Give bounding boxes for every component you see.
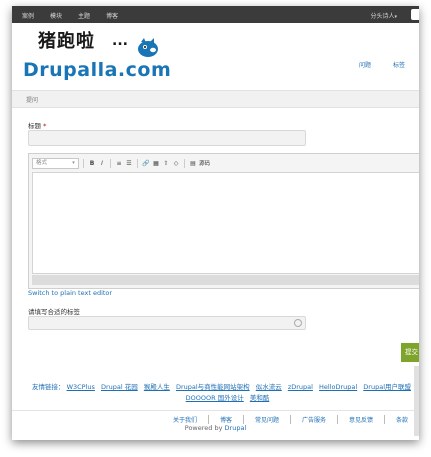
footer-link-faq[interactable]: 常见问题 — [243, 415, 290, 424]
friend-link[interactable]: DOOOOR 国外设计 — [186, 394, 244, 402]
numbered-list-icon[interactable]: ≡ — [115, 159, 123, 168]
friend-link[interactable]: Drupal用户联盟 — [363, 383, 411, 391]
format-select-value: 格式 — [36, 159, 48, 166]
friend-link[interactable]: W3CPlus — [67, 383, 95, 391]
pig-mascot-icon — [138, 38, 158, 57]
friend-links-label: 友情链接： — [32, 383, 65, 391]
top-nav-blog[interactable]: 博客 — [106, 11, 118, 20]
header-nav-tags[interactable]: 标签 — [393, 60, 405, 69]
footer-links: 关于我们 博客 常见问题 广告服务 意见反馈 条款 — [162, 415, 419, 424]
italic-button[interactable]: I — [98, 159, 106, 168]
source-icon[interactable]: ▤ — [189, 159, 197, 168]
footer-link-feedback[interactable]: 意见反馈 — [337, 415, 384, 424]
logo-chinese[interactable]: 猪跑啦 — [38, 27, 95, 53]
powered-by: Powered by Drupal — [12, 424, 419, 432]
friend-link[interactable]: zDrupal — [288, 383, 313, 391]
tags-input[interactable] — [28, 316, 306, 330]
image-icon[interactable]: ▦ — [152, 159, 160, 168]
scrollbar[interactable] — [414, 366, 419, 436]
tags-label: 请填写合适的标签 — [28, 308, 80, 316]
user-menu[interactable]: 分头诗人▾ — [370, 11, 397, 20]
bullet-list-icon[interactable]: ☰ — [125, 159, 133, 168]
header-nav-questions[interactable]: 问题 — [359, 60, 371, 69]
link-icon[interactable]: 🔗 — [142, 159, 150, 168]
friend-link[interactable]: 猴殿人生 — [144, 383, 170, 391]
toolbar-divider — [83, 158, 84, 168]
friend-link[interactable]: Drupal 花园 — [101, 383, 138, 391]
top-nav: 案例 模块 主题 博客 — [22, 11, 118, 20]
top-nav-themes[interactable]: 主题 — [78, 11, 90, 20]
chevron-down-icon: ▾ — [394, 14, 397, 20]
autocomplete-throbber-icon — [294, 319, 302, 327]
browser-window: 案例 模块 主题 博客 分头诗人▾ 猪跑啦 ... Drupalla.com 问… — [12, 6, 419, 440]
code-icon[interactable]: ◇ — [172, 159, 180, 168]
toolbar-divider — [110, 158, 111, 168]
plain-text-editor-link[interactable]: Switch to plain text editor — [28, 289, 112, 297]
title-label: 标题 * — [28, 120, 46, 130]
top-search-box[interactable] — [411, 9, 419, 20]
top-navbar: 案例 模块 主题 博客 分头诗人▾ — [12, 6, 419, 23]
breadcrumb: 提问 — [26, 97, 39, 104]
rich-text-editor: 格式 ▾ B I ≡ ☰ 🔗 ▦ ⇧ ◇ ▤ 源码 — [28, 153, 419, 289]
toolbar-divider — [184, 158, 185, 168]
toolbar-divider — [137, 158, 138, 168]
format-select[interactable]: 格式 ▾ — [32, 157, 79, 169]
top-nav-cases[interactable]: 案例 — [22, 11, 34, 20]
user-name: 分头诗人 — [370, 13, 395, 20]
footer-divider — [12, 410, 419, 411]
submit-button[interactable]: 提交 — [401, 343, 419, 362]
footer-link-about[interactable]: 关于我们 — [162, 415, 208, 424]
title-input[interactable] — [28, 130, 306, 146]
breadcrumb-bar: 提问 — [12, 90, 419, 108]
friend-link[interactable]: Drupal与商性能网站架构 — [176, 383, 250, 391]
friend-link[interactable]: 美和酷 — [250, 394, 270, 402]
editor-content-area[interactable] — [32, 172, 419, 274]
footer-link-blog[interactable]: 博客 — [208, 415, 243, 424]
header-nav: 问题 标签 — [359, 60, 405, 69]
logo-dots: ... — [112, 33, 128, 49]
logo-english[interactable]: Drupalla.com — [23, 59, 171, 81]
upload-icon[interactable]: ⇧ — [162, 159, 170, 168]
powered-by-drupal-link[interactable]: Drupal — [225, 424, 247, 432]
required-mark: * — [43, 122, 47, 130]
friend-links-row-1: 友情链接： W3CPlus Drupal 花园 猴殿人生 Drupal与商性能网… — [32, 382, 419, 393]
friend-link[interactable]: HelloDrupal — [319, 383, 357, 391]
friend-links-row-2: DOOOOR 国外设计 美和酷 — [32, 393, 419, 404]
source-button[interactable]: 源码 — [199, 159, 210, 167]
title-label-text: 标题 — [28, 122, 41, 130]
top-nav-modules[interactable]: 模块 — [50, 11, 62, 20]
bold-button[interactable]: B — [88, 159, 96, 168]
editor-toolbar: 格式 ▾ B I ≡ ☰ 🔗 ▦ ⇧ ◇ ▤ 源码 — [32, 157, 210, 169]
footer-link-ads[interactable]: 广告服务 — [290, 415, 337, 424]
editor-status-bar — [32, 275, 419, 285]
site-header: 猪跑啦 ... Drupalla.com 问题 标签 — [12, 23, 419, 90]
friend-link[interactable]: 似水流云 — [256, 383, 282, 391]
chevron-down-icon: ▾ — [72, 159, 75, 166]
powered-by-prefix: Powered by — [184, 424, 225, 432]
friend-links: 友情链接： W3CPlus Drupal 花园 猴殿人生 Drupal与商性能网… — [32, 382, 419, 402]
